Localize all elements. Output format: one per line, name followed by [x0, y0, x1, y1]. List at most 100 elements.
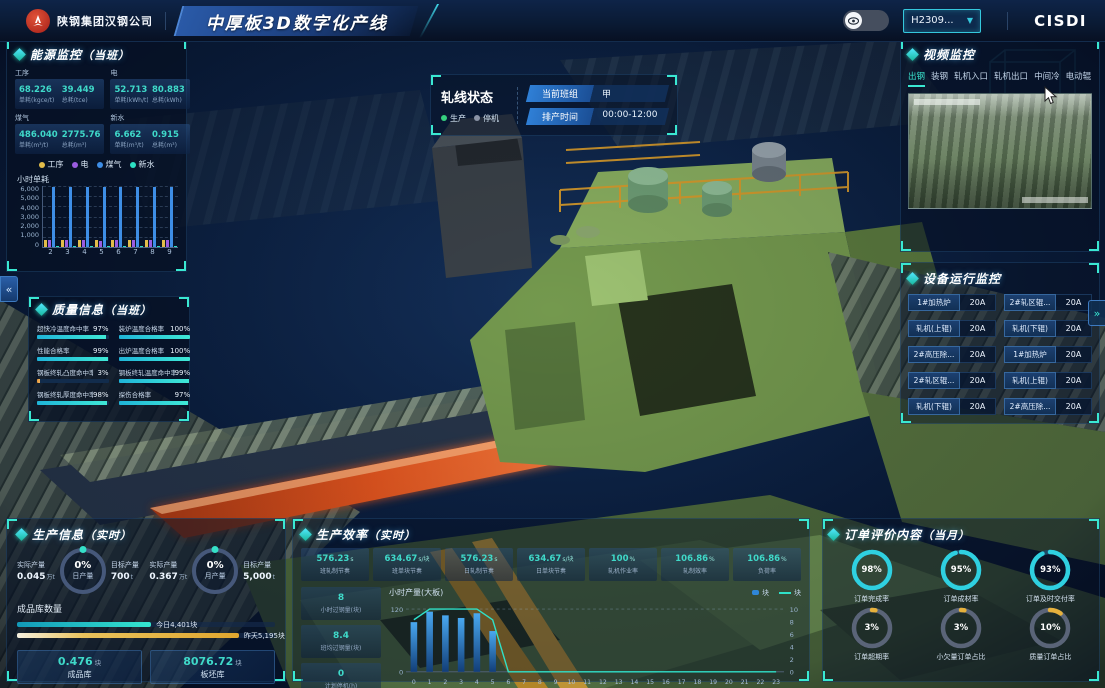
svg-text:0: 0 [412, 679, 416, 686]
svg-text:0: 0 [399, 669, 403, 677]
bar-group [44, 186, 59, 247]
quality-item-top: 出炉温度合格率100% [119, 345, 191, 355]
svg-text:13: 13 [615, 679, 623, 686]
efficiency-metric-card: 576.23s班轧制节奏 [301, 548, 369, 581]
energy-metric-label: 单耗(kWh/t) [114, 95, 148, 104]
energy-group-card: 6.662单耗(m³/t)0.915总耗(m³) [110, 124, 189, 154]
svg-text:4: 4 [475, 679, 479, 686]
visibility-toggle[interactable] [843, 10, 889, 31]
svg-text:2: 2 [443, 679, 447, 686]
inventory-bar-label: 今日4,401块 [156, 620, 197, 630]
order-ring-label: 订单完成率 [854, 594, 889, 604]
energy-xlabels: 23456789 [42, 248, 178, 256]
collapse-left-panel-button[interactable]: « [0, 276, 18, 302]
order-ring-gauge: 95% [939, 548, 983, 592]
x-tick-label: 4 [82, 248, 86, 256]
energy-metric-label: 总耗(tce) [62, 95, 101, 104]
video-tab-3[interactable]: 轧机入口 [954, 70, 988, 87]
video-tab-4[interactable]: 轧机出口 [994, 70, 1028, 87]
card-unit: 块 [235, 659, 242, 667]
quality-progress-track [37, 379, 109, 383]
inventory-bar-fill [17, 633, 239, 638]
bar [170, 187, 173, 247]
energy-metric-label: 单耗(m³/t) [19, 140, 58, 149]
video-tab-2[interactable]: 装钢 [931, 70, 948, 87]
device-status-item: 2#高压除...20A [908, 346, 996, 363]
quality-progress-fill [119, 401, 188, 405]
video-camera-tabs: 出钢装钢轧机入口轧机出口中间冷电动辊 [908, 70, 1092, 87]
line-legend-icon [779, 592, 791, 594]
energy-metric-value: 80.883 [152, 85, 186, 95]
orders-panel-header: 订单评价内容（当月） [829, 521, 1093, 546]
energy-chart: 6,0005,0004,0003,0002,0001,0000 [7, 186, 186, 248]
video-tab-5[interactable]: 中间冷 [1034, 70, 1060, 87]
svg-text:9: 9 [554, 679, 558, 686]
producing-dot-icon [441, 115, 447, 121]
bar [61, 240, 64, 247]
order-ring-gauge: 93% [1028, 548, 1072, 592]
card-label: 板坯库 [201, 669, 225, 680]
bar-group [78, 186, 93, 247]
svg-text:8: 8 [790, 618, 794, 626]
order-ring-gauge: 3% [939, 606, 983, 650]
svg-text:6: 6 [506, 679, 510, 686]
quality-progress-fill [37, 379, 40, 383]
device-name-chip: 轧机(下辊) [1004, 320, 1056, 337]
svg-text:15: 15 [646, 679, 654, 686]
quality-item-percent: 99% [93, 347, 109, 355]
quality-item-label: 钢板终轧温度命中率 [119, 367, 175, 377]
dashboard: 陕钢集团汉钢公司 中厚板3D数字化产线 H2309... ▼ CISDI 能源监… [0, 0, 1105, 688]
bar-group [128, 186, 143, 247]
metric-label: 轧机作业率 [608, 566, 638, 575]
metric-label: 班轧制节奏 [320, 566, 350, 575]
energy-metric: 0.915总耗(m³) [152, 127, 186, 151]
ring-dot-icon [79, 546, 86, 553]
device-name-chip: 1#加热炉 [1004, 346, 1056, 363]
efficiency-panel-title: 生产效率 [316, 528, 368, 542]
video-tab-1[interactable]: 出钢 [908, 70, 925, 87]
bar-group [61, 186, 76, 247]
svg-text:22: 22 [756, 679, 764, 686]
order-ring: 10%质量订单占比 [1008, 606, 1093, 662]
quality-item: 钢板终轧厚度命中率98% [37, 389, 109, 405]
energy-metric-value: 0.915 [152, 130, 186, 140]
energy-group-card: 68.226单耗(kgce/t)39.449总耗(tce) [15, 79, 104, 109]
expand-device-panel-button[interactable]: » [1088, 300, 1105, 326]
schedule-time-key: 排产时间 [526, 108, 594, 125]
panel-diamond-icon [299, 528, 312, 541]
device-current-value: 20A [960, 398, 996, 415]
efficiency-metric-cards: 576.23s班轧制节奏634.67s/块班单块节奏576.23s日轧制节奏63… [301, 548, 801, 581]
top-header-bar: 陕钢集团汉钢公司 中厚板3D数字化产线 H2309... ▼ CISDI [0, 0, 1105, 42]
quality-item: 探伤合格率97% [119, 389, 191, 405]
video-tab-6[interactable]: 电动辊 [1066, 70, 1092, 87]
bar [157, 246, 160, 247]
quality-item-top: 探伤合格率97% [119, 389, 191, 399]
production-gauge-group: 实际产量0.045万t0%日产量目标产量700t [17, 548, 139, 594]
plan-select-dropdown[interactable]: H2309... ▼ [903, 9, 981, 33]
hourly-output-chart: 小时产量(大板) 块 块 120010864200123456789101112… [389, 587, 801, 688]
bar [136, 187, 139, 247]
svg-text:10: 10 [790, 606, 798, 614]
quality-progress-fill [37, 335, 106, 339]
actual-output-label: 实际产量 [149, 560, 187, 570]
actual-output-unit: 万t [46, 574, 54, 581]
side-card-value: 8 [338, 593, 344, 603]
bar [132, 240, 135, 247]
metric-value: 576.23s [461, 554, 498, 564]
bar [52, 187, 55, 247]
video-feed-thumbnail[interactable] [908, 93, 1092, 209]
device-current-value: 20A [1056, 346, 1092, 363]
legend-producing: 生产 [441, 113, 466, 124]
device-status-item: 1#加热炉20A [1004, 346, 1092, 363]
actual-output-label: 实际产量 [17, 560, 55, 570]
energy-metric-value: 2775.76 [62, 130, 101, 140]
device-name-chip: 2#高压除... [908, 346, 960, 363]
side-card-value: 8.4 [333, 631, 349, 641]
quality-progress-fill [37, 357, 108, 361]
inventory-bar-row: 昨天5,195块 [17, 630, 275, 641]
device-status-item: 2#轧区辊...20A [1004, 294, 1092, 311]
quality-item-percent: 97% [175, 391, 191, 399]
order-ring-percent: 95% [939, 548, 983, 592]
energy-metric: 80.883总耗(kWh) [152, 82, 186, 106]
order-ring-label: 小欠量订单占比 [936, 652, 985, 662]
